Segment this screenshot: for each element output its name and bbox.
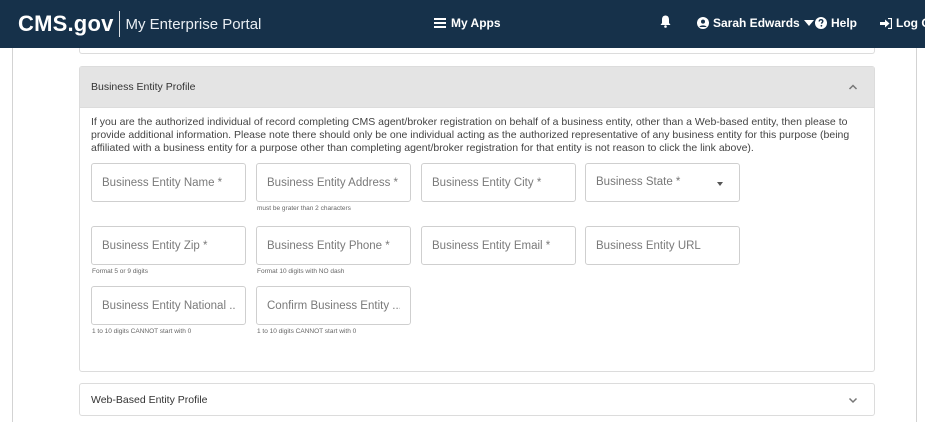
business-entity-name-input[interactable] — [92, 164, 245, 201]
logout-link[interactable]: Log Out — [880, 16, 925, 30]
npn-helper-text: 1 to 10 digits CANNOT start with 0 — [92, 328, 192, 335]
chevron-up-icon[interactable] — [846, 80, 860, 94]
brand[interactable]: CMS.gov My Enterprise Portal — [18, 9, 261, 39]
business-entity-npn-field[interactable] — [91, 286, 246, 325]
caret-down-icon — [803, 19, 814, 26]
phone-helper-text: Format 10 digits with NO dash — [257, 268, 345, 275]
business-entity-card-body: If you are the authorized individual of … — [80, 108, 874, 380]
user-name: Sarah Edwards — [713, 16, 800, 30]
business-entity-phone-input[interactable] — [257, 227, 410, 264]
business-entity-card: Business Entity Profile If you are the a… — [79, 66, 875, 372]
confirm-npn-helper-text: 1 to 10 digits CANNOT start with 0 — [257, 328, 357, 335]
business-entity-address-field[interactable] — [256, 163, 411, 202]
user-circle-icon — [697, 17, 709, 29]
business-state-placeholder: Business State * — [596, 176, 681, 188]
question-circle-icon — [815, 17, 827, 29]
help-link[interactable]: Help — [815, 16, 857, 30]
caret-down-icon — [717, 182, 723, 186]
logout-label: Log Out — [896, 16, 925, 30]
cms-logo: CMS.gov — [18, 11, 114, 36]
previous-card-edge — [79, 48, 875, 54]
business-entity-url-input[interactable] — [586, 227, 739, 264]
user-menu[interactable]: Sarah Edwards — [697, 16, 814, 30]
business-entity-title: Business Entity Profile — [91, 81, 196, 93]
confirm-npn-field[interactable] — [256, 286, 411, 325]
bell-icon — [660, 15, 671, 28]
portal-title: My Enterprise Portal — [125, 15, 262, 33]
confirm-npn-input[interactable] — [257, 287, 410, 324]
business-entity-email-field[interactable] — [421, 226, 576, 265]
business-entity-city-input[interactable] — [422, 164, 575, 201]
business-entity-form: must be grater than 2 characters Busines… — [91, 155, 874, 380]
web-entity-title: Web-Based Entity Profile — [91, 393, 208, 406]
chevron-down-icon[interactable] — [846, 393, 860, 407]
business-entity-url-field[interactable] — [585, 226, 740, 265]
business-entity-address-input[interactable] — [257, 164, 410, 201]
business-entity-zip-input[interactable] — [92, 227, 245, 264]
business-entity-card-header[interactable]: Business Entity Profile — [80, 67, 874, 108]
business-entity-phone-field[interactable] — [256, 226, 411, 265]
business-entity-name-field[interactable] — [91, 163, 246, 202]
top-nav-bar: CMS.gov My Enterprise Portal My Apps Sar… — [0, 0, 925, 48]
brand-divider — [118, 11, 120, 37]
business-entity-zip-field[interactable] — [91, 226, 246, 265]
web-entity-card-header[interactable]: Web-Based Entity Profile — [79, 383, 875, 416]
sign-out-icon — [880, 17, 892, 29]
notifications-button[interactable] — [660, 15, 671, 33]
business-entity-npn-input[interactable] — [92, 287, 245, 324]
business-entity-city-field[interactable] — [421, 163, 576, 202]
help-label: Help — [831, 16, 858, 30]
address-helper-text: must be grater than 2 characters — [257, 205, 351, 212]
business-state-select[interactable]: Business State * — [585, 163, 740, 202]
intro-text: If you are the authorized individual of … — [91, 116, 850, 154]
my-apps-link[interactable]: My Apps — [434, 16, 501, 30]
zip-helper-text: Format 5 or 9 digits — [92, 268, 148, 275]
my-apps-label: My Apps — [451, 16, 501, 30]
business-entity-email-input[interactable] — [422, 227, 575, 264]
list-icon — [434, 18, 446, 28]
